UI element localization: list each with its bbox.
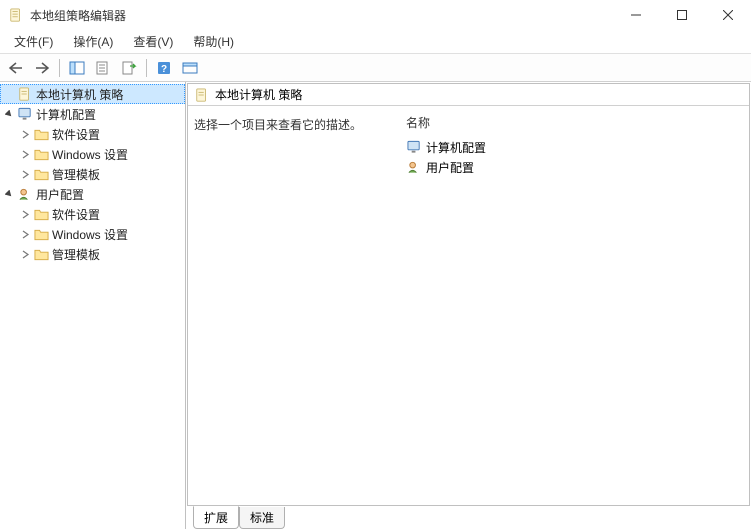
tree-expander-icon[interactable] (18, 167, 32, 181)
back-button[interactable] (4, 57, 28, 79)
folder-icon (33, 126, 49, 142)
tree-node-label: Windows 设置 (52, 226, 128, 243)
tree-computer-windows[interactable]: Windows 设置 (0, 144, 185, 164)
folder-icon (33, 226, 49, 242)
tree-expander-icon[interactable] (18, 207, 32, 221)
list-item-user-config[interactable]: 用户配置 (402, 157, 745, 177)
menu-bar: 文件(F) 操作(A) 查看(V) 帮助(H) (0, 30, 751, 54)
details-frame: 本地计算机 策略 选择一个项目来查看它的描述。 名称 计算机配置 (187, 83, 750, 506)
tree-node-label: 本地计算机 策略 (36, 86, 123, 103)
show-hide-tree-button[interactable] (65, 57, 89, 79)
toolbar: ? (0, 54, 751, 82)
toolbar-separator (146, 59, 147, 77)
tree-computer-admin[interactable]: 管理模板 (0, 164, 185, 184)
list-item-computer-config[interactable]: 计算机配置 (402, 137, 745, 157)
tree-node-label: 计算机配置 (36, 106, 96, 123)
filter-button[interactable] (178, 57, 202, 79)
details-pane: 本地计算机 策略 选择一个项目来查看它的描述。 名称 计算机配置 (186, 82, 751, 529)
folder-icon (33, 206, 49, 222)
content-area: 本地计算机 策略 计算机配置 软件设置 (0, 82, 751, 529)
tree-user-admin[interactable]: 管理模板 (0, 244, 185, 264)
tree-root-node[interactable]: 本地计算机 策略 (0, 84, 185, 104)
policy-icon (17, 86, 33, 102)
user-icon (17, 186, 33, 202)
column-header-name[interactable]: 名称 (402, 112, 745, 137)
tab-extended[interactable]: 扩展 (193, 506, 239, 529)
tree-node-label: 软件设置 (52, 126, 100, 143)
forward-button[interactable] (30, 57, 54, 79)
folder-icon (33, 246, 49, 262)
tree-user-windows[interactable]: Windows 设置 (0, 224, 185, 244)
details-description: 选择一个项目来查看它的描述。 (192, 112, 402, 499)
minimize-button[interactable] (613, 0, 659, 30)
help-button[interactable]: ? (152, 57, 176, 79)
app-icon (8, 7, 24, 23)
tree-user-software[interactable]: 软件设置 (0, 204, 185, 224)
tree-pane[interactable]: 本地计算机 策略 计算机配置 软件设置 (0, 82, 186, 529)
tree-expander-icon[interactable] (2, 107, 16, 121)
tree-expander-icon[interactable] (18, 147, 32, 161)
menu-view[interactable]: 查看(V) (123, 30, 183, 53)
tree-node-label: Windows 设置 (52, 146, 128, 163)
tree-node-label: 用户配置 (36, 186, 84, 203)
tree-node-label: 管理模板 (52, 166, 100, 183)
computer-icon (406, 139, 422, 155)
tab-standard[interactable]: 标准 (239, 507, 285, 529)
tree-expander-icon[interactable] (2, 187, 16, 201)
details-list: 名称 计算机配置 用户配置 (402, 112, 745, 499)
user-icon (406, 159, 422, 175)
list-item-label: 用户配置 (426, 159, 474, 176)
tree-expander-icon[interactable] (18, 127, 32, 141)
computer-icon (17, 106, 33, 122)
details-title: 本地计算机 策略 (215, 86, 302, 103)
properties-button[interactable] (91, 57, 115, 79)
close-button[interactable] (705, 0, 751, 30)
tree-computer-software[interactable]: 软件设置 (0, 124, 185, 144)
title-bar: 本地组策略编辑器 (0, 0, 751, 30)
details-header: 本地计算机 策略 (188, 84, 749, 106)
tree-node-label: 软件设置 (52, 206, 100, 223)
toolbar-separator (59, 59, 60, 77)
tree-node-label: 管理模板 (52, 246, 100, 263)
menu-file[interactable]: 文件(F) (4, 30, 63, 53)
folder-icon (33, 146, 49, 162)
policy-icon (194, 87, 210, 103)
menu-action[interactable]: 操作(A) (63, 30, 123, 53)
export-list-button[interactable] (117, 57, 141, 79)
folder-icon (33, 166, 49, 182)
window-controls (613, 0, 751, 30)
tree-user-config[interactable]: 用户配置 (0, 184, 185, 204)
tab-strip: 扩展 标准 (187, 506, 750, 528)
maximize-button[interactable] (659, 0, 705, 30)
window-title: 本地组策略编辑器 (30, 7, 613, 24)
tree-computer-config[interactable]: 计算机配置 (0, 104, 185, 124)
menu-help[interactable]: 帮助(H) (183, 30, 244, 53)
tree-expander-icon[interactable] (18, 247, 32, 261)
list-item-label: 计算机配置 (426, 139, 486, 156)
tree-expander-icon[interactable] (18, 227, 32, 241)
svg-text:?: ? (161, 64, 167, 75)
details-body: 选择一个项目来查看它的描述。 名称 计算机配置 用户配置 (188, 106, 749, 505)
